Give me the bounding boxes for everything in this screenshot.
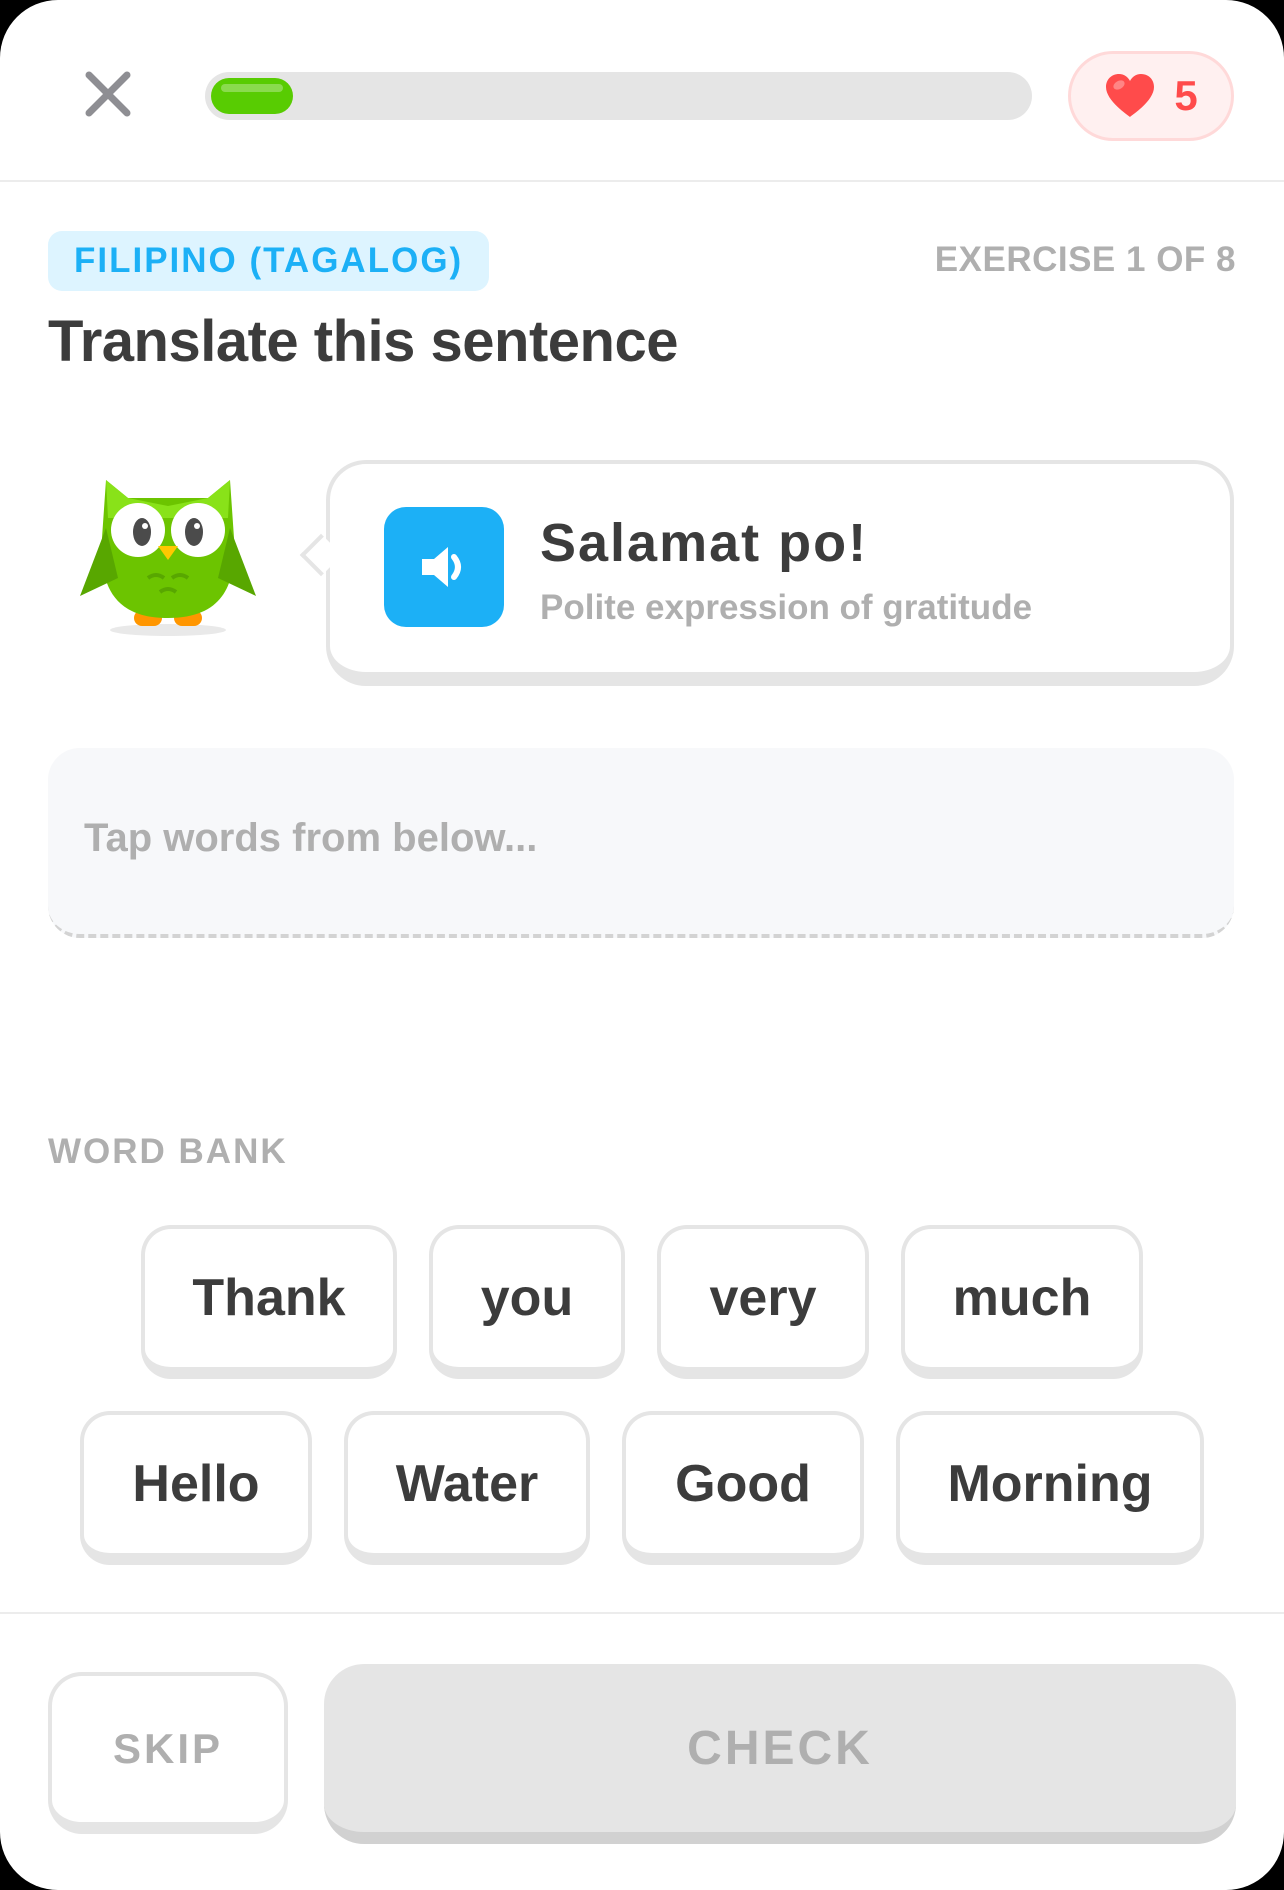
check-button[interactable]: CHECK [324,1664,1236,1844]
exercise-counter: EXERCISE 1 OF 8 [934,240,1236,279]
close-button[interactable] [73,59,143,129]
word-tile-much[interactable]: much [901,1225,1143,1379]
prompt-hint: Polite expression of gratitude [540,588,1033,627]
word-tile-water[interactable]: Water [344,1411,590,1565]
word-bank-row-1: Thank you very much [0,1225,1284,1379]
word-tile-morning[interactable]: Morning [896,1411,1204,1565]
hearts-counter[interactable]: 5 [1068,51,1234,141]
page-title: Translate this sentence [48,309,678,374]
word-tile-thank[interactable]: Thank [141,1225,397,1379]
word-bank-label: WORD BANK [48,1132,288,1171]
owl-mascot [78,468,258,638]
heart-icon [1106,74,1155,117]
lesson-footer: SKIP CHECK [0,1612,1284,1890]
hearts-count: 5 [1174,72,1198,119]
lesson-header: 5 [0,0,1284,182]
answer-drop-area[interactable]: Tap words from below... [48,748,1234,938]
word-bank-row-2: Hello Water Good Morning [0,1411,1284,1565]
lesson-progress-bar [205,72,1032,120]
prompt-phrase: Salamat po! [540,513,869,573]
lesson-screen: 5 FILIPINO (TAGALOG) EXERCISE 1 OF 8 Tra… [0,0,1284,1890]
word-tile-very[interactable]: very [657,1225,869,1379]
speaker-icon [422,547,461,587]
answer-placeholder: Tap words from below... [84,816,538,860]
language-badge: FILIPINO (TAGALOG) [48,231,490,291]
word-tile-hello[interactable]: Hello [80,1411,312,1565]
close-icon [85,71,131,117]
play-audio-button[interactable] [384,507,504,627]
lesson-progress-fill [211,78,293,114]
word-tile-you[interactable]: you [429,1225,625,1379]
skip-button[interactable]: SKIP [48,1672,288,1834]
word-tile-good[interactable]: Good [622,1411,864,1565]
owl-mascot-icon [80,480,256,636]
